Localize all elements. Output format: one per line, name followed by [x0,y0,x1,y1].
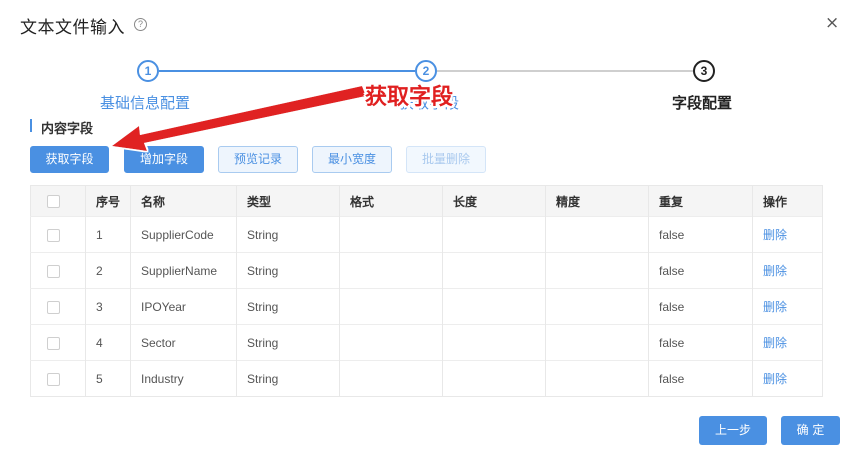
delete-link[interactable]: 删除 [763,300,787,314]
col-header-action: 操作 [752,185,823,217]
cell-repeat: false [648,360,753,397]
row-select-cell[interactable] [30,252,86,289]
cell-name: Industry [130,360,237,397]
delete-link[interactable]: 删除 [763,372,787,386]
cell-repeat: false [648,252,753,289]
cell-action: 删除 [752,288,823,325]
row-select-cell[interactable] [30,360,86,397]
cell-no: 4 [85,324,131,361]
cell-no: 3 [85,288,131,325]
cell-length [442,360,546,397]
cell-precision [545,252,649,289]
cell-name: Sector [130,324,237,361]
cell-type: String [236,216,340,253]
col-header-length: 长度 [442,185,546,217]
row-checkbox[interactable] [47,264,60,278]
step-1-label: 基础信息配置 [100,94,191,112]
table-header-row: 序号 名称 类型 格式 长度 精度 重复 操作 [30,185,823,217]
table-row: 5 Industry String false 删除 [30,360,823,397]
cell-repeat: false [648,288,753,325]
row-checkbox[interactable] [47,336,60,350]
cell-no: 5 [85,360,131,397]
text-file-input-dialog: 文本文件输入 ? × 1 2 3 基础信息配置 获取字段 字段配置 内容字段 获… [0,0,859,464]
cell-precision [545,360,649,397]
step-3-circle: 3 [693,60,715,82]
delete-link[interactable]: 删除 [763,336,787,350]
select-all-checkbox[interactable] [47,195,60,208]
cell-type: String [236,324,340,361]
cell-type: String [236,288,340,325]
cell-action: 删除 [752,324,823,361]
header-select-all[interactable] [30,185,86,217]
min-width-button[interactable]: 最小宽度 [312,146,392,173]
cell-format [339,216,443,253]
row-checkbox[interactable] [47,372,60,386]
cell-name: SupplierName [130,252,237,289]
col-header-no: 序号 [85,185,131,217]
cell-format [339,324,443,361]
row-select-cell[interactable] [30,288,86,325]
step-3-label: 字段配置 [672,94,733,112]
col-header-precision: 精度 [545,185,649,217]
cell-format [339,252,443,289]
cell-precision [545,288,649,325]
cell-precision [545,216,649,253]
col-header-repeat: 重复 [648,185,753,217]
table-row: 1 SupplierCode String false 删除 [30,216,823,253]
help-icon[interactable]: ? [134,18,147,31]
cell-name: SupplierCode [130,216,237,253]
delete-link[interactable]: 删除 [763,228,787,242]
col-header-type: 类型 [236,185,340,217]
step-connector-2 [437,70,693,72]
row-select-cell[interactable] [30,216,86,253]
cell-type: String [236,252,340,289]
cell-action: 删除 [752,360,823,397]
fetch-fields-button[interactable]: 获取字段 [30,146,109,173]
step-1-circle: 1 [137,60,159,82]
cell-length [442,252,546,289]
row-checkbox[interactable] [47,300,60,314]
step-connector-1 [159,70,415,72]
cell-format [339,288,443,325]
cell-no: 2 [85,252,131,289]
fields-table: 序号 名称 类型 格式 长度 精度 重复 操作 1 SupplierCode S… [30,185,823,397]
col-header-name: 名称 [130,185,237,217]
table-row: 3 IPOYear String false 删除 [30,288,823,325]
close-icon[interactable]: × [825,13,839,33]
row-select-cell[interactable] [30,324,86,361]
section-title: 内容字段 [41,122,94,137]
section-marker [30,119,32,132]
cell-length [442,288,546,325]
cell-name: IPOYear [130,288,237,325]
preview-records-button[interactable]: 预览记录 [218,146,298,173]
cell-length [442,216,546,253]
confirm-button[interactable]: 确 定 [781,416,840,445]
cell-action: 删除 [752,252,823,289]
cell-length [442,324,546,361]
cell-type: String [236,360,340,397]
row-checkbox[interactable] [47,228,60,242]
cell-format [339,360,443,397]
cell-action: 删除 [752,216,823,253]
cell-repeat: false [648,324,753,361]
cell-no: 1 [85,216,131,253]
col-header-format: 格式 [339,185,443,217]
delete-link[interactable]: 删除 [763,264,787,278]
batch-delete-button: 批量删除 [406,146,486,173]
annotation-label: 获取字段 [365,85,454,110]
add-field-button[interactable]: 增加字段 [124,146,204,173]
table-row: 4 Sector String false 删除 [30,324,823,361]
table-row: 2 SupplierName String false 删除 [30,252,823,289]
cell-precision [545,324,649,361]
dialog-title: 文本文件输入 [20,18,125,38]
previous-step-button[interactable]: 上一步 [699,416,767,445]
cell-repeat: false [648,216,753,253]
